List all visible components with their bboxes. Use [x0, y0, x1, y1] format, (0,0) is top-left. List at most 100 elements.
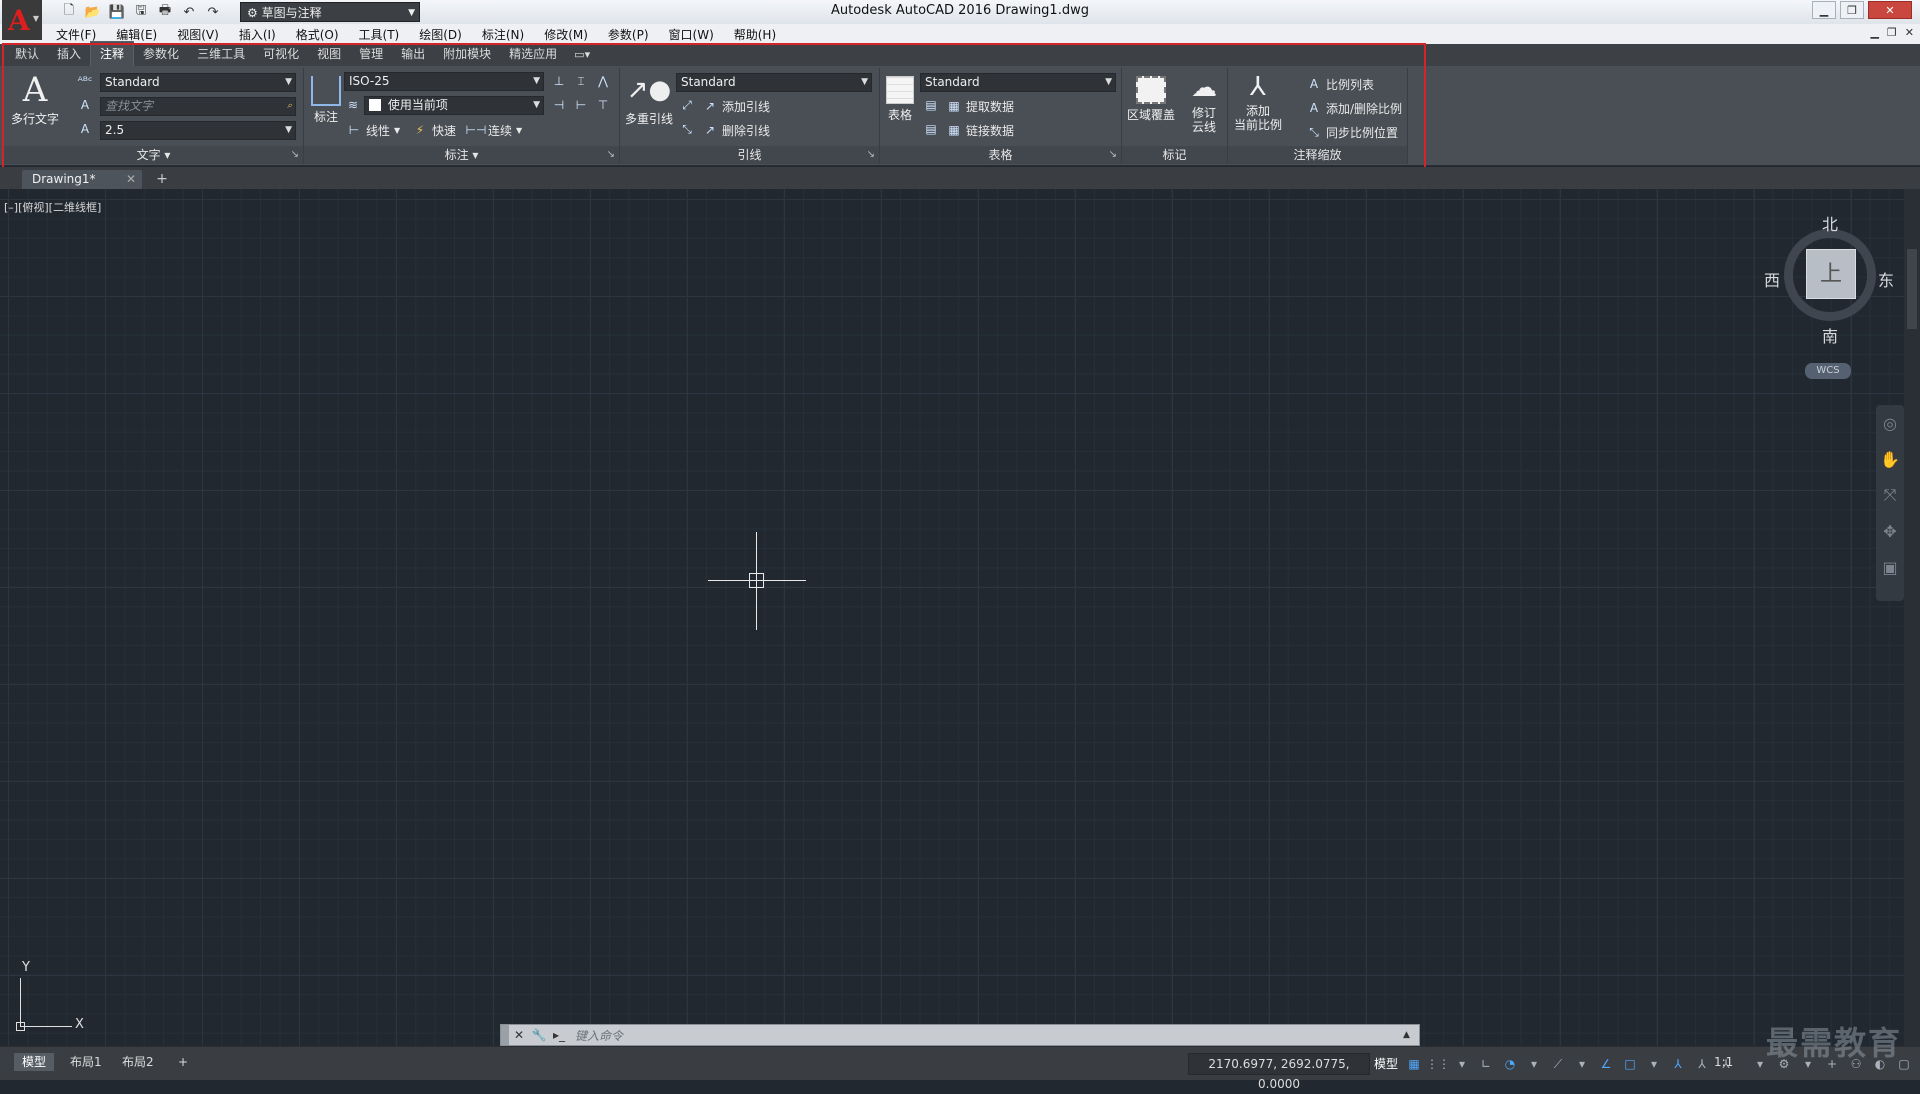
tab-visualize[interactable]: 可视化: [254, 42, 308, 66]
tab-model[interactable]: 模型: [14, 1053, 55, 1071]
tab-parametric[interactable]: 参数化: [134, 42, 188, 66]
dimension-layer-dropdown[interactable]: 使用当前项 ▼: [364, 96, 544, 115]
menu-insert[interactable]: 插入(I): [229, 26, 286, 43]
linear-dimension-button[interactable]: ⊢ 线性 ▼: [346, 120, 400, 140]
ortho-icon[interactable]: ∟: [1478, 1055, 1494, 1073]
minimize-button[interactable]: ▁: [1812, 1, 1836, 19]
menu-modify[interactable]: 修改(M): [534, 26, 598, 43]
dialog-launcher-icon[interactable]: ↘: [867, 146, 875, 164]
tab-layout1[interactable]: 布局1: [62, 1053, 110, 1071]
table-link-icon[interactable]: ▤: [922, 120, 940, 138]
dim-inspect-icon[interactable]: ⊣: [550, 96, 568, 114]
wipeout-button[interactable]: 区域覆盖: [1124, 72, 1178, 123]
menu-edit[interactable]: 编辑(E): [106, 26, 167, 43]
menu-parametric[interactable]: 参数(P): [598, 26, 659, 43]
new-drawing-tab-button[interactable]: +: [152, 171, 172, 187]
dimension-style-dropdown[interactable]: ISO-25 ▼: [344, 72, 544, 91]
table-extract-icon[interactable]: ▤: [922, 96, 940, 114]
object-snap-tracking-icon[interactable]: ∠: [1598, 1055, 1614, 1073]
close-button[interactable]: ✕: [1868, 1, 1912, 19]
multileader-button[interactable]: ↗● 多重引线: [624, 72, 674, 127]
undo-icon[interactable]: ↶: [180, 3, 198, 21]
tab-annotate[interactable]: 注释: [90, 41, 135, 66]
tab-addins[interactable]: 附加模块: [434, 42, 500, 66]
text-style-dropdown[interactable]: Standard ▼: [100, 73, 296, 92]
panel-tables-footer[interactable]: 表格 ↘: [880, 146, 1121, 164]
chevron-down-icon[interactable]: ▾: [1574, 1055, 1590, 1073]
object-snap-icon[interactable]: □: [1622, 1055, 1638, 1073]
application-menu-button[interactable]: A ▼: [2, 0, 42, 40]
chevron-down-icon[interactable]: ▾: [1526, 1055, 1542, 1073]
open-file-icon[interactable]: 📂: [84, 3, 102, 21]
tab-output[interactable]: 输出: [392, 42, 434, 66]
dialog-launcher-icon[interactable]: ↘: [1109, 146, 1117, 164]
extract-data-button[interactable]: ▦ 提取数据: [946, 96, 1014, 116]
save-as-icon[interactable]: 🖫: [132, 3, 150, 21]
polar-tracking-icon[interactable]: ◔: [1502, 1055, 1518, 1073]
save-icon[interactable]: 💾: [108, 3, 126, 21]
compass-east[interactable]: 东: [1878, 267, 1894, 291]
dim-break-icon[interactable]: ⊥: [550, 72, 568, 90]
dialog-launcher-icon[interactable]: ↘: [291, 146, 299, 164]
menu-format[interactable]: 格式(O): [286, 26, 349, 43]
menu-tools[interactable]: 工具(T): [349, 26, 410, 43]
tab-view[interactable]: 视图: [308, 42, 350, 66]
viewcube[interactable]: 上 北 南 东 西: [1764, 215, 1894, 346]
scrollbar-thumb[interactable]: [1907, 249, 1917, 329]
wrench-icon[interactable]: 🔧: [529, 1025, 549, 1045]
model-space-button[interactable]: 模型: [1374, 1055, 1398, 1072]
menu-draw[interactable]: 绘图(D): [409, 26, 472, 43]
dim-update-icon[interactable]: ⊢: [572, 96, 590, 114]
close-icon[interactable]: ✕: [126, 170, 136, 189]
sync-scale-positions-button[interactable]: ⤡ 同步比例位置: [1306, 122, 1398, 142]
viewport-controls[interactable]: [–][俯视][二维线框]: [4, 199, 101, 215]
text-height-dropdown[interactable]: 2.5 ▼: [100, 121, 296, 140]
close-icon[interactable]: ✕: [509, 1025, 529, 1045]
tab-3d-tools[interactable]: 三维工具: [188, 42, 254, 66]
steering-wheel-icon[interactable]: ◎: [1876, 405, 1904, 441]
panel-leaders-footer[interactable]: 引线 ↘: [620, 146, 879, 164]
isodraft-icon[interactable]: ⟋: [1550, 1055, 1566, 1073]
orbit-icon[interactable]: ✥: [1876, 513, 1904, 549]
tab-layout2[interactable]: 布局2: [114, 1053, 162, 1071]
annotation-visibility-icon[interactable]: ⅄: [1670, 1055, 1686, 1073]
auto-scale-icon[interactable]: ⅄: [1694, 1055, 1710, 1073]
menu-window[interactable]: 窗口(W): [659, 26, 724, 43]
multileader-style-dropdown[interactable]: Standard ▼: [676, 73, 872, 92]
ribbon-display-toggle-icon[interactable]: ▭▾: [574, 48, 590, 66]
tab-drawing1[interactable]: Drawing1* ✕: [22, 170, 142, 189]
dim-reassociate-icon[interactable]: ⊤: [594, 96, 612, 114]
new-file-icon[interactable]: 🗋: [60, 3, 78, 21]
table-style-dropdown[interactable]: Standard ▼: [920, 73, 1116, 92]
command-line-grip[interactable]: [501, 1025, 509, 1045]
snap-icon[interactable]: ⋮⋮: [1426, 1055, 1450, 1073]
tab-manage[interactable]: 管理: [350, 42, 392, 66]
menu-view[interactable]: 视图(V): [167, 26, 229, 43]
panel-text-footer[interactable]: 文字 ▾ ↘: [4, 146, 303, 164]
chevron-down-icon[interactable]: ▾: [1454, 1055, 1470, 1073]
compass-north[interactable]: 北: [1822, 211, 1838, 235]
print-icon[interactable]: 🖶: [156, 3, 174, 21]
add-current-scale-button[interactable]: ⅄ 添加 当前比例: [1230, 72, 1286, 132]
quick-dimension-button[interactable]: ⚡ 快速: [412, 120, 456, 140]
compass-south[interactable]: 南: [1822, 323, 1838, 347]
dialog-launcher-icon[interactable]: ↘: [607, 146, 615, 164]
new-layout-button[interactable]: +: [170, 1053, 196, 1071]
continue-dimension-button[interactable]: ⊢⊣ 连续 ▼: [466, 120, 523, 140]
menu-help[interactable]: 帮助(H): [724, 26, 786, 43]
tab-insert[interactable]: 插入: [48, 42, 90, 66]
binoculars-icon[interactable]: ⌕: [287, 98, 292, 115]
doc-close-icon[interactable]: ✕: [1905, 26, 1914, 39]
grid-icon[interactable]: ▦: [1406, 1055, 1422, 1073]
panel-annotation-scaling-footer[interactable]: 注释缩放: [1228, 146, 1407, 164]
viewcube-top-face[interactable]: 上: [1806, 249, 1856, 299]
chevron-up-icon[interactable]: ▲: [1403, 1030, 1419, 1040]
dimension-button[interactable]: 标注: [308, 72, 344, 125]
restore-button[interactable]: ❐: [1840, 1, 1864, 19]
add-delete-scales-button[interactable]: A 添加/删除比例: [1306, 98, 1402, 118]
leader-align-icon[interactable]: ⤢: [678, 96, 696, 114]
wcs-menu-button[interactable]: WCS: [1805, 363, 1851, 379]
find-text-input[interactable]: 查找文字 ⌕: [100, 97, 296, 116]
remove-leader-button[interactable]: ↗ 删除引线: [702, 120, 770, 140]
tab-default[interactable]: 默认: [6, 42, 48, 66]
